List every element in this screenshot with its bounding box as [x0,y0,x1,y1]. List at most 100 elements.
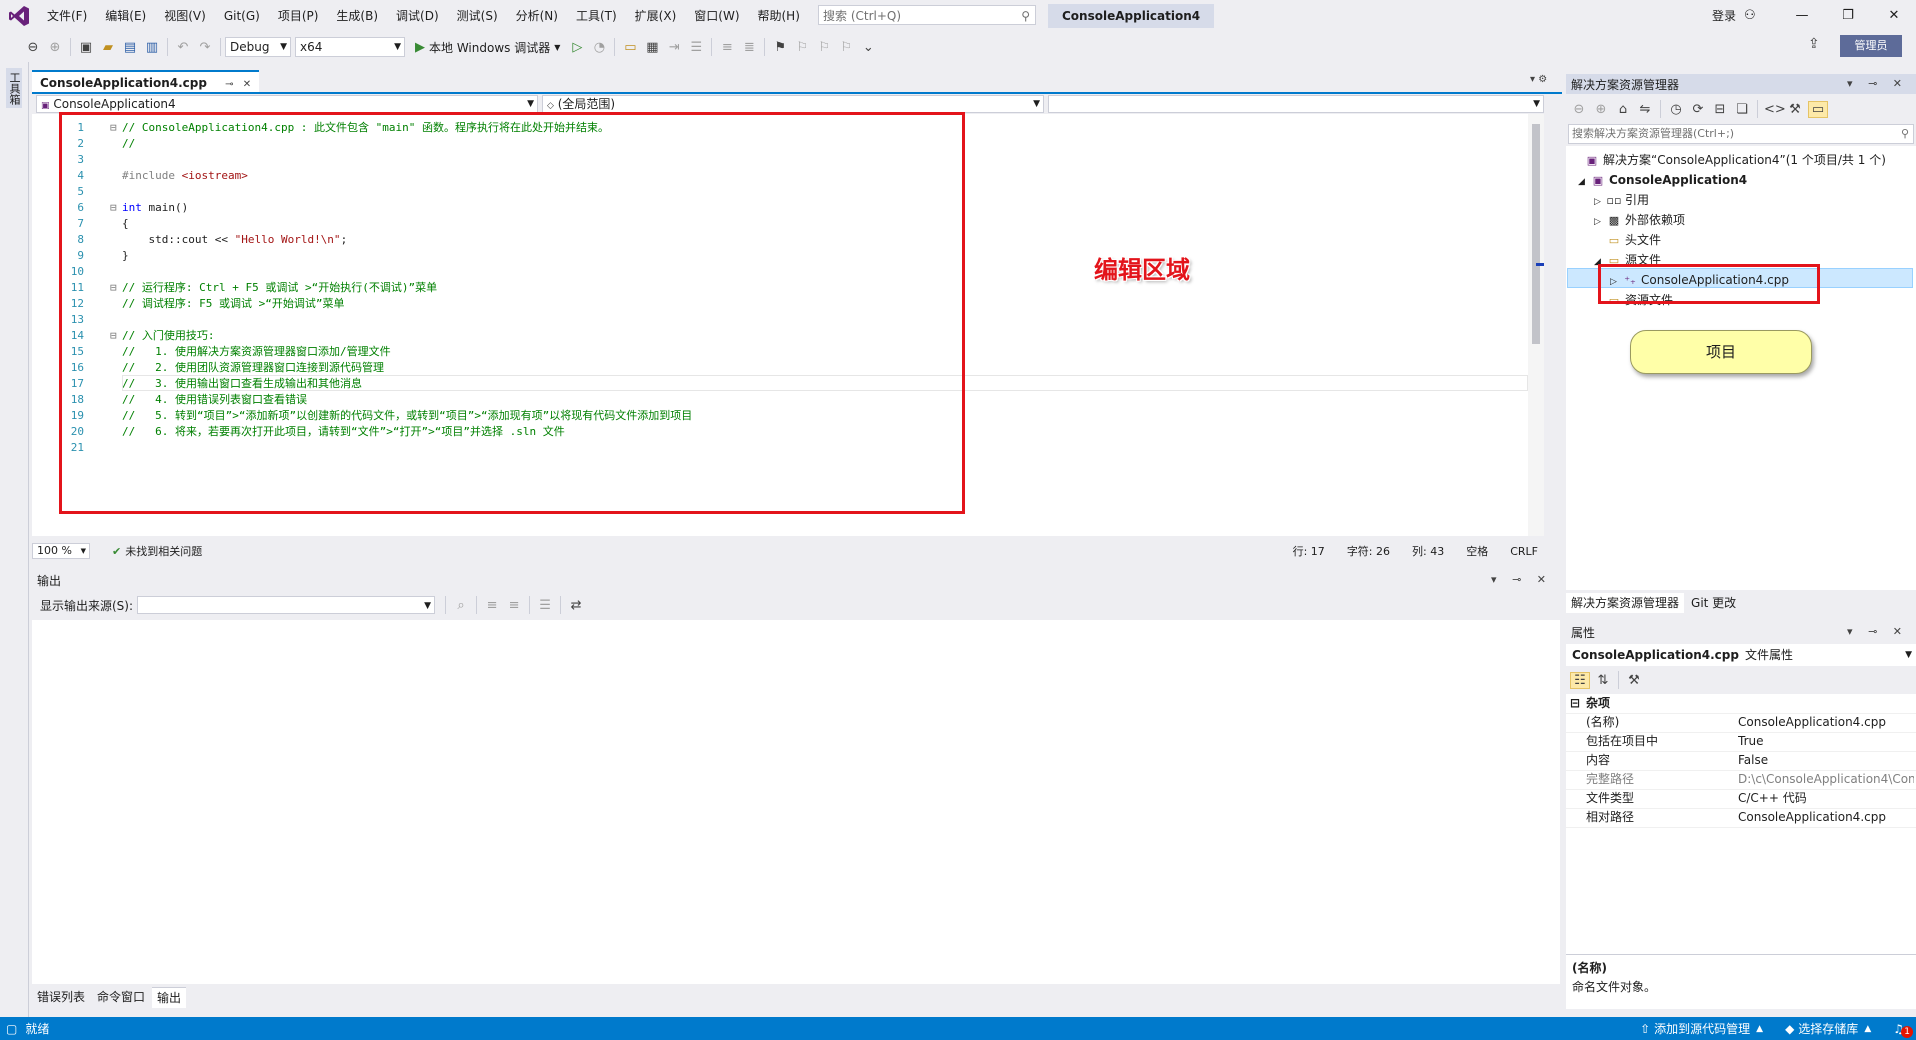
expanded-arrow-icon[interactable]: ◢ [1578,172,1590,192]
property-pages-icon[interactable]: ⚒ [1625,673,1643,688]
step-icon[interactable]: ⇥ [665,40,683,55]
switch-view-icon[interactable]: ⇋ [1636,102,1654,117]
panel-controls[interactable]: ▾ ⊸ ✕ [1491,570,1552,590]
minimize-button[interactable]: — [1780,0,1824,32]
tree-external-deps[interactable]: ▷ ▩ 外部依赖项 [1594,210,1685,230]
close-button[interactable]: ✕ [1872,0,1916,32]
redo-icon[interactable]: ↷ [196,40,214,55]
menu-item[interactable]: 项目(P) [269,0,328,32]
select-repository-button[interactable]: ◆ 选择存储库 ▲ [1785,1020,1871,1037]
char-indicator[interactable]: 字符: 26 [1347,543,1390,559]
line-indicator[interactable]: 行: 17 [1293,543,1325,559]
restore-button[interactable]: ❐ [1826,0,1870,32]
menu-item[interactable]: 测试(S) [448,0,507,32]
login-button[interactable]: 登录 ⚇ [1712,0,1756,32]
open-file-icon[interactable]: ▰ [99,40,117,55]
property-row[interactable]: (名称) ConsoleApplication4.cpp [1566,713,1916,733]
alphabetical-icon[interactable]: ⇅ [1594,673,1612,688]
tab-error-list[interactable]: 错误列表 [32,987,90,1007]
tree-references[interactable]: ▷ ▫▫ 引用 [1594,190,1649,210]
home-icon[interactable]: ⌂ [1614,102,1632,117]
menu-item[interactable]: 视图(V) [155,0,215,32]
categorized-icon[interactable]: ☷ [1570,671,1590,689]
tab-git-changes[interactable]: Git 更改 [1686,593,1741,613]
tree-header-files[interactable]: ▭ 头文件 [1606,230,1661,250]
back-icon[interactable]: ⊖ [24,40,42,55]
live-share-icon[interactable]: ⇪ [1808,36,1820,52]
property-row[interactable]: 包括在项目中 True [1566,732,1916,752]
output-text-area[interactable] [32,620,1560,984]
tab-command-window[interactable]: 命令窗口 [92,987,150,1007]
back-icon[interactable]: ⊖ [1570,102,1588,117]
add-to-source-control-button[interactable]: ⇧ 添加到源代码管理 ▲ [1640,1020,1763,1037]
find-message-icon[interactable]: ⌕ [452,598,470,613]
property-row[interactable]: 文件类型 C/C++ 代码 [1566,789,1916,809]
menu-item[interactable]: 扩展(X) [626,0,686,32]
notifications-button[interactable]: ♫ 1 [1893,1022,1913,1038]
new-project-icon[interactable]: ▣ [77,40,95,55]
search-input[interactable]: 搜索 (Ctrl+Q) ⚲ [818,5,1036,25]
close-tab-icon[interactable]: ✕ [243,79,251,90]
show-all-files-icon[interactable]: ❏ [1733,102,1751,117]
zoom-select[interactable]: 100 % ▼ [32,543,90,559]
solution-folder-icon[interactable]: ▭ [621,40,639,55]
property-category[interactable]: ⊟ 杂项 [1566,694,1916,714]
issues-status[interactable]: 未找到相关问题 [125,543,202,559]
configuration-select[interactable]: Debug ▼ [225,37,291,57]
tree-project[interactable]: ◢ ▣ ConsoleApplication4 [1578,170,1747,190]
property-row[interactable]: 内容 False [1566,751,1916,771]
menu-item[interactable]: 分析(N) [507,0,567,32]
prev-bookmark-icon[interactable]: ⚐ [793,40,811,55]
pending-changes-icon[interactable]: ◷ [1667,102,1685,117]
properties-icon[interactable]: ⚒ [1786,102,1804,117]
layout-icon[interactable]: ▦ [643,40,661,55]
menu-item[interactable]: 文件(F) [38,0,96,32]
collapse-all-icon[interactable]: ⊟ [1711,102,1729,117]
collapse-icon[interactable]: ⊟ [1570,694,1580,713]
menu-item[interactable]: 调试(D) [387,0,448,32]
column-indicator[interactable]: 列: 43 [1412,543,1444,559]
editor-vertical-scrollbar[interactable] [1528,114,1544,536]
menu-item[interactable]: 编辑(E) [96,0,155,32]
scope-nav-select[interactable]: ◇ (全局范围) ▼ [542,95,1044,113]
scrollbar-thumb[interactable] [1532,124,1540,344]
visual-studio-logo[interactable] [8,5,30,27]
property-row[interactable]: 完整路径 D:\c\ConsoleApplication4\Con [1566,770,1916,790]
forward-icon[interactable]: ⊕ [46,40,64,55]
save-icon[interactable]: ▤ [121,40,139,55]
tab-output[interactable]: 输出 [152,986,187,1008]
tab-overflow-icon[interactable]: ▾ ⚙ [1530,74,1547,85]
toolbox-tab[interactable]: 工具箱 [6,68,22,108]
next-message-icon[interactable]: ≡ [505,598,523,613]
whitespace-indicator[interactable]: 空格 [1466,543,1488,559]
line-ending-indicator[interactable]: CRLF [1510,545,1538,558]
member-nav-select[interactable]: ▼ [1048,95,1544,113]
undo-icon[interactable]: ↶ [174,40,192,55]
menu-item[interactable]: 生成(B) [327,0,387,32]
menu-item[interactable]: 窗口(W) [685,0,748,32]
menu-item[interactable]: 工具(T) [567,0,626,32]
tree-solution[interactable]: ▣ 解决方案“ConsoleApplication4”(1 个项目/共 1 个) [1584,150,1886,170]
document-tab[interactable]: ConsoleApplication4.cpp ⊸ ✕ [32,70,260,92]
bookmark-icon[interactable]: ⚑ [771,40,789,55]
menu-item[interactable]: 帮助(H) [749,0,809,32]
uncomment-icon[interactable]: ≣ [740,40,758,55]
word-wrap-icon[interactable]: ⇄ [567,598,585,613]
start-without-debugging-icon[interactable]: ▷ [568,40,586,55]
menu-item[interactable]: Git(G) [215,0,269,32]
next-bookmark-icon[interactable]: ⚐ [815,40,833,55]
panel-controls[interactable]: ▾ ⊸ ✕ [1847,74,1908,94]
property-row[interactable]: 相对路径 ConsoleApplication4.cpp [1566,808,1916,828]
clear-bookmarks-icon[interactable]: ⚐ [837,40,855,55]
start-debugging-button[interactable]: ▶ 本地 Windows 调试器 ▼ [415,39,560,56]
prev-message-icon[interactable]: ≡ [483,598,501,613]
format-icon[interactable]: ☰ [687,40,705,55]
save-all-icon[interactable]: ▥ [143,40,161,55]
overflow-icon[interactable]: ⌄ [859,40,877,55]
forward-icon[interactable]: ⊕ [1592,102,1610,117]
properties-object-select[interactable]: ConsoleApplication4.cpp 文件属性 ▼ [1566,644,1916,666]
output-source-select[interactable]: ▼ [137,596,436,614]
comment-icon[interactable]: ≡ [718,40,736,55]
panel-controls[interactable]: ▾ ⊸ ✕ [1847,622,1908,642]
solution-explorer-search[interactable]: 搜索解决方案资源管理器(Ctrl+;) ⚲ [1568,124,1914,144]
